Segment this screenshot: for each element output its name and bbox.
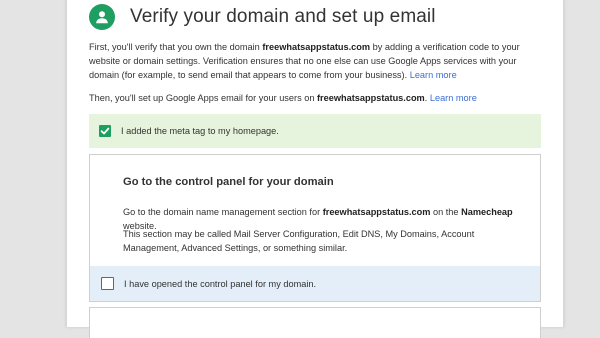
checkbox-checked-icon[interactable] xyxy=(99,125,111,137)
page-header: Verify your domain and set up email xyxy=(89,3,436,31)
intro-paragraph: First, you'll verify that you own the do… xyxy=(89,40,549,82)
domain-name: freewhatsappstatus.com xyxy=(317,93,425,103)
meta-tag-confirmation[interactable]: I added the meta tag to my homepage. xyxy=(89,114,541,148)
domain-name: freewhatsappstatus.com xyxy=(322,207,431,217)
step-text-mid: on the xyxy=(430,207,462,217)
person-icon xyxy=(89,4,115,30)
control-panel-step: Go to the control panel for your domain … xyxy=(89,154,541,302)
step-text: Go to the domain name management section… xyxy=(123,207,323,217)
registrar-name: Namecheap xyxy=(461,207,513,217)
learn-more-link-2[interactable]: Learn more xyxy=(430,93,477,103)
step-title: Go to the control panel for your domain xyxy=(123,176,334,188)
email-setup-text: Then, you'll set up Google Apps email fo… xyxy=(89,93,317,103)
control-panel-label: I have opened the control panel for my d… xyxy=(124,278,317,289)
checkbox-unchecked-icon[interactable] xyxy=(101,277,114,290)
domain-name: freewhatsappstatus.com xyxy=(262,42,371,52)
email-setup-paragraph: Then, you'll set up Google Apps email fo… xyxy=(89,91,549,105)
page-title: Verify your domain and set up email xyxy=(130,6,436,27)
next-step-panel xyxy=(89,307,541,338)
learn-more-link[interactable]: Learn more xyxy=(410,70,457,80)
control-panel-confirmation[interactable]: I have opened the control panel for my d… xyxy=(90,266,540,301)
intro-text: First, you'll verify that you own the do… xyxy=(89,42,263,52)
step-hint: This section may be called Mail Server C… xyxy=(123,229,475,253)
setup-card: Verify your domain and set up email Firs… xyxy=(66,0,564,338)
meta-tag-label: I added the meta tag to my homepage. xyxy=(121,126,279,136)
